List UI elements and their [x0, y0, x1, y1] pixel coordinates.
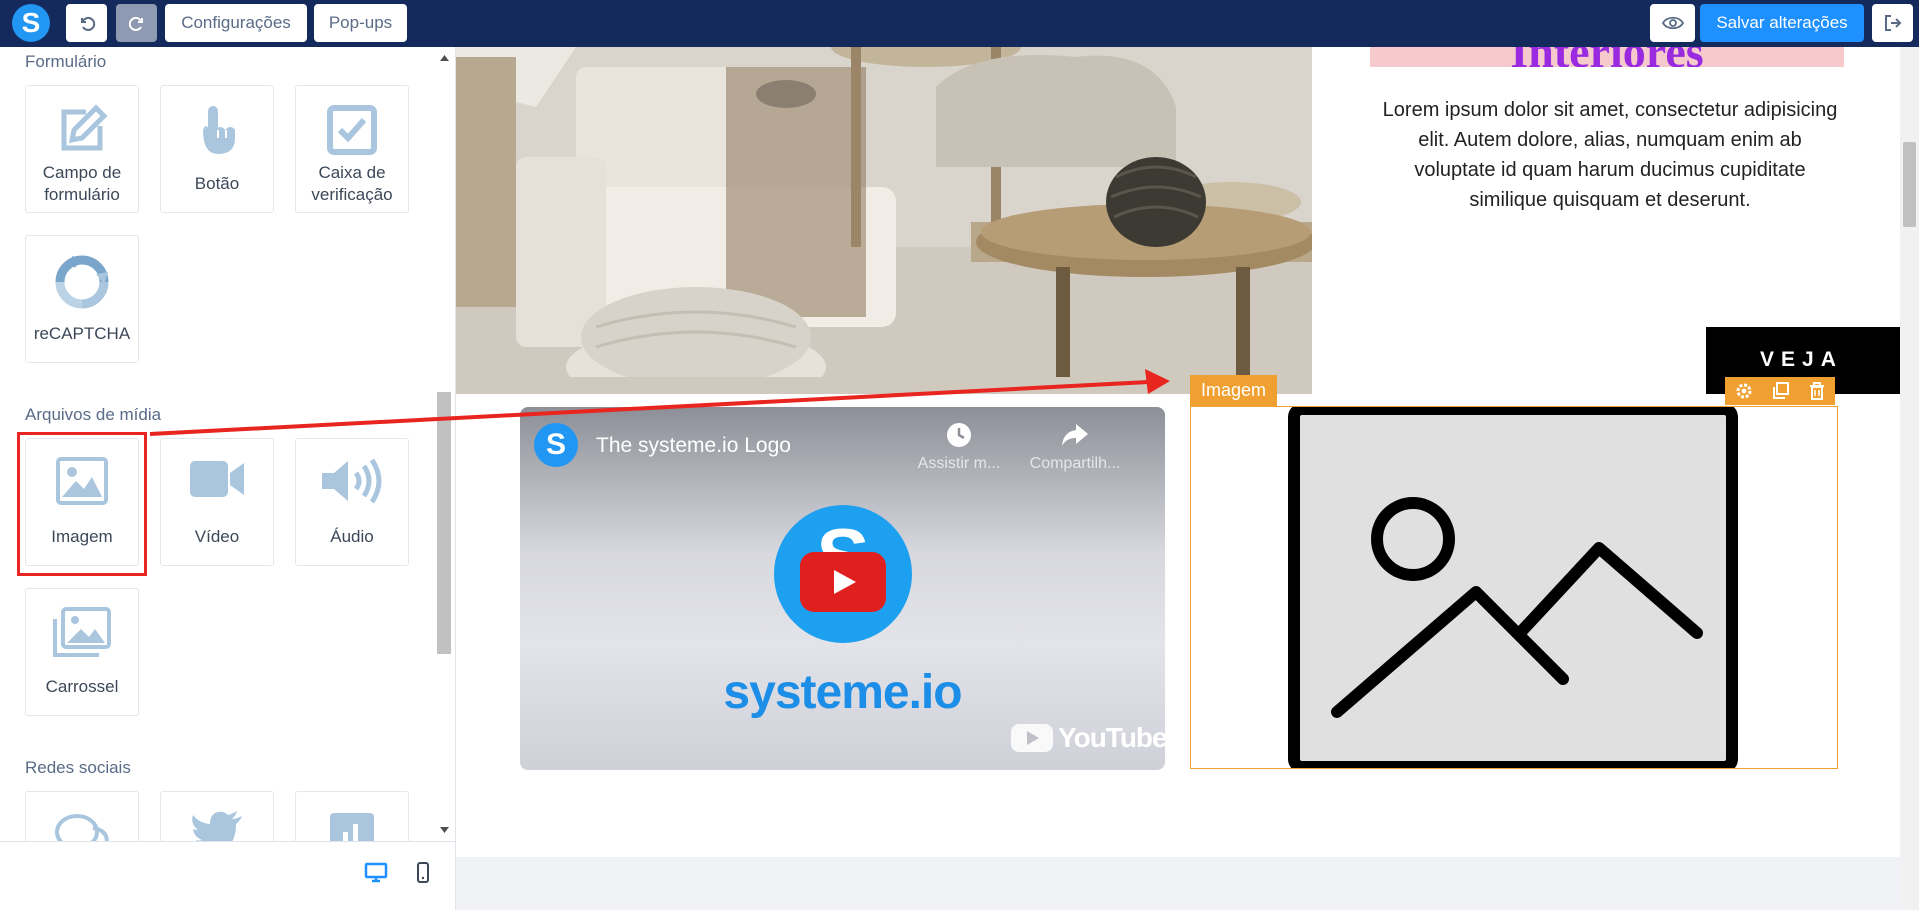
desktop-view-button[interactable] — [364, 862, 388, 884]
section-title-redes: Redes sociais — [25, 758, 131, 777]
tile-label: Botão — [194, 174, 240, 193]
eye-icon — [1661, 16, 1684, 30]
youtube-text: YouTube — [1058, 722, 1165, 753]
exit-button[interactable] — [1872, 4, 1913, 42]
tile-campo-formulario[interactable]: Campo de formulário — [25, 85, 139, 213]
selected-element-label: Imagem — [1190, 375, 1277, 406]
tile-label: Campo de formulário — [42, 163, 122, 204]
settings-gear-icon[interactable] — [1735, 382, 1753, 400]
systeme-brand-text: systeme.io — [723, 666, 962, 719]
element-toolbar — [1725, 377, 1835, 405]
speaker-icon — [322, 458, 382, 504]
tile-label: Áudio — [330, 527, 374, 546]
undo-button[interactable] — [66, 4, 107, 42]
checkbox-icon — [327, 105, 377, 155]
tile-social-chart[interactable] — [295, 791, 409, 841]
tile-label: Carrossel — [45, 677, 119, 696]
youtube-icon — [1011, 724, 1053, 752]
body-paragraph[interactable]: Lorem ipsum dolor sit amet, consectetur … — [1380, 95, 1840, 215]
preview-button[interactable] — [1650, 4, 1695, 42]
watch-later-label: Assistir m... — [917, 455, 1001, 472]
recaptcha-icon — [55, 255, 109, 309]
mobile-icon — [417, 862, 429, 883]
top-bar: S Configurações Pop-ups Salvar alteraçõe… — [0, 0, 1919, 47]
page-heading[interactable]: Interiores — [1370, 47, 1844, 67]
channel-avatar[interactable]: S — [534, 423, 578, 467]
tile-label: Caixa de verificação — [311, 163, 393, 204]
share-label: Compartilh... — [1029, 455, 1121, 472]
canvas-footer — [456, 857, 1900, 909]
image-element[interactable] — [1190, 406, 1838, 769]
bar-chart-icon — [330, 813, 374, 841]
living-room-photo — [456, 47, 1312, 394]
redo-button[interactable] — [116, 4, 157, 42]
tile-caixa-verificacao[interactable]: Caixa de verificação — [295, 85, 409, 213]
edit-icon — [61, 104, 108, 151]
configuracoes-button[interactable]: Configurações — [165, 4, 307, 42]
tile-label: Vídeo — [194, 527, 240, 546]
logout-icon — [1884, 15, 1901, 31]
gallery-icon — [53, 607, 111, 657]
twitter-icon — [192, 811, 242, 841]
tile-social-comments[interactable] — [25, 791, 139, 841]
image-placeholder-icon — [1288, 407, 1738, 768]
tile-recaptcha[interactable]: reCAPTCHA — [25, 235, 139, 363]
tile-audio[interactable]: Áudio — [295, 438, 409, 566]
section-title-formulario: Formulário — [25, 52, 107, 71]
video-title[interactable]: The systeme.io Logo — [596, 434, 791, 458]
canvas-scroll-thumb[interactable] — [1903, 142, 1916, 227]
youtube-embed[interactable]: S The systeme.io Logo Assistir m... Comp… — [520, 407, 1165, 770]
highlight-box — [17, 432, 147, 576]
device-switcher — [0, 841, 456, 910]
redo-icon — [128, 16, 143, 31]
video-camera-icon — [190, 461, 244, 497]
popups-button[interactable]: Pop-ups — [314, 4, 407, 42]
undo-icon — [80, 16, 95, 31]
tile-carrossel[interactable]: Carrossel — [25, 588, 139, 716]
share-button[interactable]: Compartilh... — [1020, 421, 1130, 473]
duplicate-icon[interactable] — [1772, 382, 1790, 400]
youtube-play-button[interactable] — [800, 552, 886, 612]
play-icon — [834, 570, 856, 594]
trash-icon[interactable] — [1809, 382, 1825, 400]
tile-botao[interactable]: Botão — [160, 85, 274, 213]
comments-icon — [55, 814, 109, 841]
watch-later-button[interactable]: Assistir m... — [914, 421, 1004, 473]
title-highlight: Interiores — [1370, 47, 1844, 67]
tile-social-twitter[interactable] — [160, 791, 274, 841]
veja-label: VEJA — [1760, 348, 1843, 371]
tile-video[interactable]: Vídeo — [160, 438, 274, 566]
clock-icon — [947, 423, 971, 447]
section-title-midia: Arquivos de mídia — [25, 405, 162, 424]
systeme-logo[interactable]: S — [12, 4, 50, 42]
sidebar-scroll-thumb[interactable] — [437, 392, 451, 654]
desktop-icon — [364, 862, 388, 883]
share-arrow-icon — [1062, 424, 1088, 446]
mobile-view-button[interactable] — [416, 862, 430, 884]
pointer-hand-icon — [203, 106, 235, 154]
youtube-watermark[interactable]: YouTube — [1010, 722, 1165, 754]
tile-label: reCAPTCHA — [33, 324, 131, 343]
save-button[interactable]: Salvar alterações — [1700, 4, 1864, 42]
